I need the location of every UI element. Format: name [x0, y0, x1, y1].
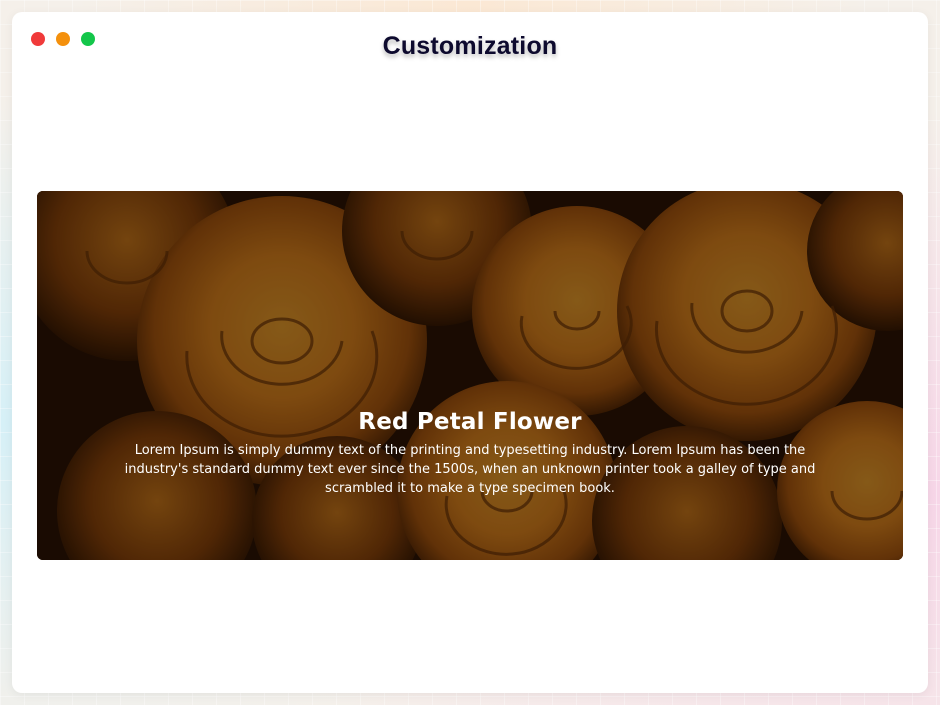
- banner-title: Red Petal Flower: [358, 409, 582, 435]
- app-window: Customization Red Petal Flower Lorem Ips…: [12, 12, 928, 693]
- banner-caption: Red Petal Flower Lorem Ipsum is simply d…: [107, 409, 833, 498]
- page-title: Customization: [382, 32, 558, 60]
- hero-banner: Red Petal Flower Lorem Ipsum is simply d…: [37, 191, 903, 560]
- banner-overlay: [37, 191, 903, 560]
- banner-description: Lorem Ipsum is simply dummy text of the …: [124, 443, 816, 496]
